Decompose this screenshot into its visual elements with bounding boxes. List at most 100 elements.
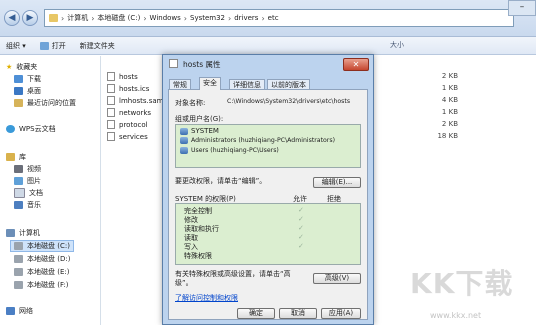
chevron-right-icon: ›	[261, 13, 265, 23]
drive-icon	[14, 268, 23, 276]
sidebar-item-recent[interactable]: 最近访问的位置	[14, 98, 76, 108]
sidebar-item-drive-c[interactable]: 本地磁盘 (C:)	[10, 240, 74, 252]
chevron-right-icon: ›	[143, 13, 147, 23]
list-item[interactable]: protocol	[107, 120, 148, 129]
open-button[interactable]: 打开	[39, 41, 66, 51]
sidebar-item-desktop[interactable]: 桌面	[14, 86, 41, 96]
column-header: 大小	[104, 40, 536, 52]
chevron-right-icon: ›	[228, 13, 232, 23]
sidebar-label: 视频	[27, 165, 41, 173]
folder-icon	[49, 14, 58, 22]
close-button[interactable]: ✕	[343, 58, 369, 71]
file-icon	[107, 84, 115, 93]
list-item[interactable]: Users (huzhiqiang-PC\Users)	[180, 147, 279, 154]
advanced-button[interactable]: 高级(V)	[313, 273, 361, 284]
ok-button[interactable]: 确定	[237, 308, 275, 319]
crumb-system32[interactable]: System32	[190, 14, 225, 22]
file-size: 18 KB	[437, 132, 458, 140]
apply-button[interactable]: 应用(A)	[321, 308, 361, 319]
edit-button[interactable]: 编辑(E)...	[313, 177, 361, 188]
crumb-drive-c[interactable]: 本地磁盘 (C:)	[97, 13, 140, 23]
user-name: Administrators (huzhiqiang-PC\Administra…	[191, 137, 335, 144]
list-item[interactable]: hosts	[107, 72, 138, 81]
file-icon	[107, 132, 115, 141]
file-size: 4 KB	[441, 96, 458, 104]
network-icon	[6, 307, 15, 315]
sidebar-item-pictures[interactable]: 图片	[14, 176, 41, 186]
sidebar-label: 图片	[27, 177, 41, 185]
sidebar-label: 桌面	[27, 87, 41, 95]
object-path: C:\Windows\System32\drivers\etc\hosts	[227, 98, 351, 105]
open-label: 打开	[51, 41, 66, 50]
back-button[interactable]: ◀	[4, 10, 20, 26]
sidebar-wps[interactable]: WPS云文档	[6, 124, 56, 134]
sidebar-label: WPS云文档	[19, 125, 56, 133]
document-icon	[14, 188, 25, 198]
sidebar-label: 本地磁盘 (E:)	[27, 268, 70, 276]
check-icon: ✓	[298, 215, 304, 223]
crumb-windows[interactable]: Windows	[150, 14, 181, 22]
file-size: 1 KB	[441, 84, 458, 92]
file-size: 2 KB	[441, 120, 458, 128]
file-size: 2 KB	[441, 72, 458, 80]
sidebar-label: 最近访问的位置	[27, 99, 76, 107]
drive-icon	[14, 281, 23, 289]
chevron-right-icon: ›	[91, 13, 95, 23]
access-control-link[interactable]: 了解访问控制和权限	[175, 293, 238, 303]
crumb-drivers[interactable]: drivers	[234, 14, 258, 22]
security-panel: 对象名称: C:\Windows\System32\drivers\etc\ho…	[168, 89, 368, 320]
list-item[interactable]: lmhosts.sam	[107, 96, 164, 105]
drive-icon	[14, 255, 23, 263]
drive-icon	[14, 242, 23, 250]
minimize-button[interactable]: –	[508, 0, 536, 16]
user-name: Users (huzhiqiang-PC\Users)	[191, 147, 279, 154]
crumb-etc[interactable]: etc	[268, 14, 279, 22]
sidebar-item-documents[interactable]: 文档	[14, 188, 43, 198]
sidebar-computer[interactable]: 计算机	[6, 228, 40, 238]
file-name: networks	[119, 108, 152, 117]
properties-dialog: hosts 属性 ✕ 常规 安全 详细信息 以前的版本 对象名称: C:\Win…	[162, 54, 374, 325]
list-item[interactable]: services	[107, 132, 148, 141]
users-icon	[180, 147, 188, 154]
crumb-computer[interactable]: 计算机	[67, 13, 88, 23]
special-permissions-text: 有关特殊权限或高级设置，请单击“高级”。	[175, 270, 291, 287]
list-item[interactable]: SYSTEM	[180, 127, 219, 135]
sidebar-favorites[interactable]: ★ 收藏夹	[6, 62, 37, 72]
cancel-button[interactable]: 取消	[279, 308, 317, 319]
sidebar-item-drive-d[interactable]: 本地磁盘 (D:)	[14, 254, 70, 264]
groups-label: 组或用户名(G):	[175, 115, 224, 123]
sidebar-item-downloads[interactable]: 下载	[14, 74, 41, 84]
open-icon	[39, 41, 49, 50]
users-list[interactable]: SYSTEM Administrators (huzhiqiang-PC\Adm…	[175, 124, 361, 168]
file-name: hosts.ics	[119, 84, 150, 93]
list-item[interactable]: hosts.ics	[107, 84, 149, 93]
file-icon	[169, 59, 178, 68]
computer-icon	[6, 229, 15, 237]
address-field[interactable]: › 计算机 › 本地磁盘 (C:) › Windows › System32 ›…	[44, 9, 514, 27]
list-item[interactable]: networks	[107, 108, 151, 117]
download-icon	[14, 75, 23, 83]
check-icon: ✓	[298, 233, 304, 241]
check-icon: ✓	[298, 206, 304, 214]
file-icon	[107, 120, 115, 129]
users-icon	[180, 137, 188, 144]
sidebar-label: 计算机	[19, 229, 40, 237]
file-icon	[107, 96, 115, 105]
library-icon	[6, 153, 15, 161]
column-size[interactable]: 大小	[390, 40, 404, 50]
forward-button[interactable]: ▶	[22, 10, 38, 26]
tab-security[interactable]: 安全	[199, 77, 221, 90]
sidebar-item-music[interactable]: 音乐	[14, 200, 41, 210]
sidebar-item-drive-e[interactable]: 本地磁盘 (E:)	[14, 267, 69, 277]
sidebar-library[interactable]: 库	[6, 152, 26, 162]
permissions-list: 完全控制 修改 读取和执行 读取 写入 特殊权限 ✓ ✓ ✓ ✓ ✓	[175, 203, 361, 265]
sidebar-item-videos[interactable]: 视频	[14, 164, 41, 174]
check-icon: ✓	[298, 224, 304, 232]
sidebar-network[interactable]: 网络	[6, 306, 33, 316]
sidebar-label: 本地磁盘 (F:)	[27, 281, 69, 289]
watermark-url: www.kkx.net	[430, 311, 482, 320]
organize-button[interactable]: 组织 ▾	[6, 41, 26, 51]
list-item[interactable]: Administrators (huzhiqiang-PC\Administra…	[180, 137, 335, 144]
sidebar-label: 音乐	[27, 201, 41, 209]
sidebar-item-drive-f[interactable]: 本地磁盘 (F:)	[14, 280, 69, 290]
